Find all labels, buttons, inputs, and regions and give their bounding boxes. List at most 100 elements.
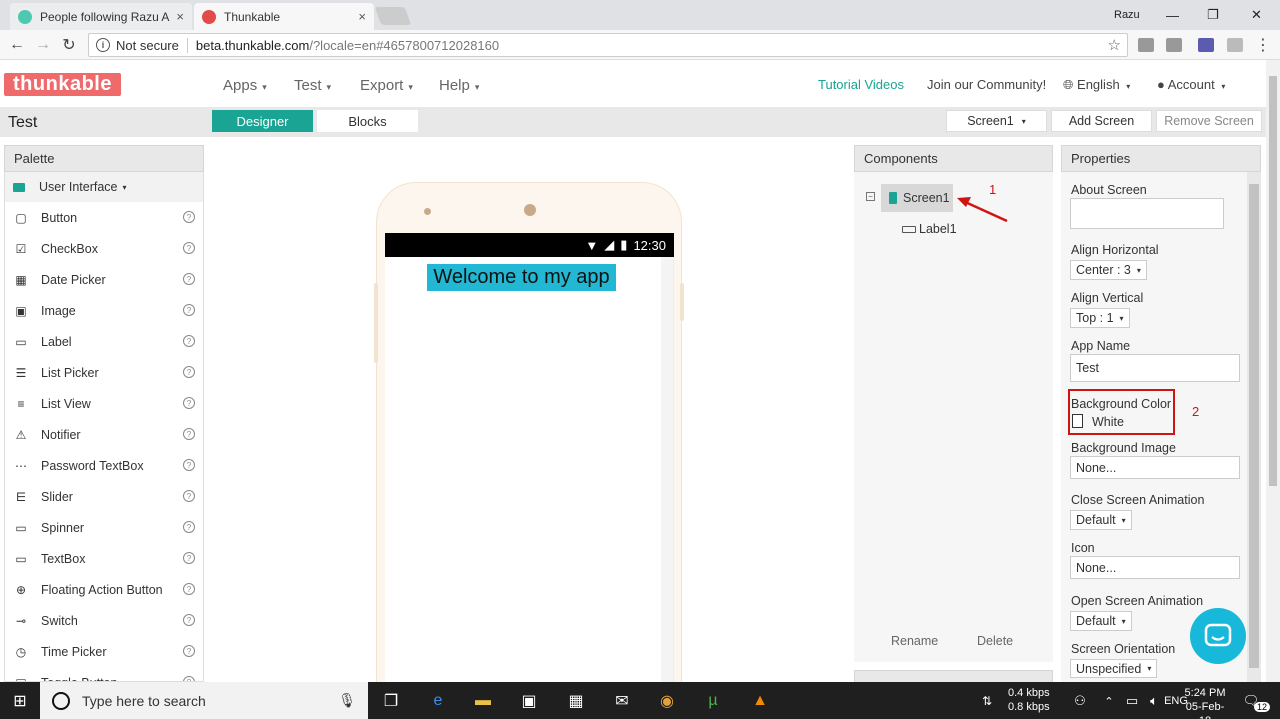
screen-orientation-select[interactable]: Unspecified ▾ bbox=[1070, 659, 1158, 678]
chrome-icon[interactable]: ◉ bbox=[656, 690, 678, 712]
rename-button[interactable]: Rename bbox=[891, 634, 938, 648]
label1-component[interactable]: Welcome to my app bbox=[427, 264, 616, 291]
properties-scrollbar[interactable] bbox=[1247, 172, 1261, 682]
background-image-input[interactable]: None... bbox=[1070, 456, 1240, 479]
extension-icon[interactable] bbox=[1227, 38, 1243, 52]
utorrent-icon[interactable]: µ bbox=[702, 690, 724, 712]
help-icon[interactable]: ? bbox=[183, 273, 195, 285]
tree-item-label1[interactable]: Label1 bbox=[902, 222, 957, 236]
task-view-icon[interactable]: ❐ bbox=[380, 690, 402, 712]
address-bar[interactable]: i Not secure beta.thunkable.com /?locale… bbox=[88, 33, 1128, 57]
palette-item[interactable]: ▣Toggle Button? bbox=[5, 667, 203, 681]
account-menu[interactable]: ● Account ▾ bbox=[1157, 77, 1225, 92]
close-tab-icon[interactable]: × bbox=[358, 9, 366, 24]
new-tab-button[interactable] bbox=[374, 7, 412, 25]
palette-item[interactable]: ⋿ Slider? bbox=[5, 481, 203, 512]
background-color-value[interactable]: White bbox=[1092, 415, 1124, 429]
delete-button[interactable]: Delete bbox=[977, 634, 1013, 648]
reload-button[interactable]: ↻ bbox=[58, 34, 80, 56]
vlc-icon[interactable]: ▲ bbox=[749, 690, 771, 712]
palette-item[interactable]: ≡ List View? bbox=[5, 388, 203, 419]
help-icon[interactable]: ? bbox=[183, 583, 195, 595]
windows-start-icon[interactable]: ⊞ bbox=[9, 690, 31, 712]
close-window-button[interactable]: ✕ bbox=[1251, 0, 1262, 30]
extension-icon[interactable] bbox=[1138, 38, 1154, 52]
chat-support-button[interactable] bbox=[1190, 608, 1246, 664]
open-animation-select[interactable]: Default ▾ bbox=[1070, 611, 1132, 631]
file-explorer-icon[interactable]: ▬ bbox=[472, 690, 494, 712]
scrollbar-thumb[interactable] bbox=[1249, 184, 1259, 668]
palette-item[interactable]: ⋯ Password TextBox? bbox=[5, 450, 203, 481]
palette-item[interactable]: ▭ Spinner? bbox=[5, 512, 203, 543]
extension-icon[interactable] bbox=[1198, 38, 1214, 52]
blocks-tab[interactable]: Blocks bbox=[317, 110, 418, 132]
info-icon[interactable]: i bbox=[96, 38, 110, 52]
align-vertical-select[interactable]: Top : 1 ▾ bbox=[1070, 308, 1130, 328]
close-tab-icon[interactable]: × bbox=[176, 9, 184, 24]
mail-icon[interactable]: ✉ bbox=[611, 690, 633, 712]
language-menu[interactable]: 🌐︎ English ▾ bbox=[1063, 77, 1130, 93]
minimize-button[interactable]: — bbox=[1166, 0, 1179, 30]
about-screen-textarea[interactable] bbox=[1070, 198, 1224, 229]
community-link[interactable]: Join our Community! bbox=[927, 77, 1046, 92]
page-scrollbar[interactable] bbox=[1266, 60, 1280, 682]
edge-icon[interactable]: e bbox=[427, 690, 449, 712]
screen-select[interactable]: Screen1 ▾ bbox=[946, 110, 1047, 132]
palette-item[interactable]: ▣ Image? bbox=[5, 295, 203, 326]
palette-category[interactable]: User Interface ▾ bbox=[5, 172, 203, 202]
phone-screen[interactable] bbox=[385, 257, 674, 682]
scrollbar-thumb[interactable] bbox=[1269, 76, 1277, 486]
palette-item[interactable]: ▦ Date Picker? bbox=[5, 264, 203, 295]
help-icon[interactable]: ? bbox=[183, 490, 195, 502]
menu-help[interactable]: Help ▾ bbox=[439, 77, 479, 94]
menu-test[interactable]: Test ▾ bbox=[294, 77, 331, 94]
help-icon[interactable]: ? bbox=[183, 645, 195, 657]
collapse-icon[interactable]: − bbox=[866, 192, 875, 201]
palette-item[interactable]: ⚠ Notifier? bbox=[5, 419, 203, 450]
thunkable-logo[interactable]: thunkable bbox=[4, 73, 121, 96]
browser-tab-people[interactable]: People following Razu Al × bbox=[10, 3, 192, 30]
app-name-input[interactable]: Test bbox=[1070, 354, 1240, 382]
screen-scrollbar[interactable] bbox=[661, 257, 673, 682]
browser-user[interactable]: Razu bbox=[1114, 0, 1140, 30]
close-animation-select[interactable]: Default ▾ bbox=[1070, 510, 1132, 530]
calculator-icon[interactable]: ▦ bbox=[565, 690, 587, 712]
taskbar-search-input[interactable]: Type here to search 🎙︎ bbox=[40, 682, 368, 719]
store-icon[interactable]: ▣ bbox=[518, 690, 540, 712]
palette-item[interactable]: ◷ Time Picker? bbox=[5, 636, 203, 667]
palette-item[interactable]: ▭ Label? bbox=[5, 326, 203, 357]
tutorial-videos-link[interactable]: Tutorial Videos bbox=[818, 77, 904, 92]
remove-screen-button[interactable]: Remove Screen bbox=[1156, 110, 1262, 132]
menu-export[interactable]: Export ▾ bbox=[360, 77, 413, 94]
help-icon[interactable]: ? bbox=[183, 521, 195, 533]
add-screen-button[interactable]: Add Screen bbox=[1051, 110, 1152, 132]
tree-item-screen1[interactable]: Screen1 bbox=[881, 184, 953, 212]
forward-button[interactable]: → bbox=[32, 34, 54, 56]
help-icon[interactable]: ? bbox=[183, 366, 195, 378]
tray-overflow-icon[interactable]: ⌃ bbox=[1098, 690, 1120, 712]
designer-tab[interactable]: Designer bbox=[212, 110, 313, 132]
palette-item[interactable]: ☰ List Picker? bbox=[5, 357, 203, 388]
align-horizontal-select[interactable]: Center : 3 ▾ bbox=[1070, 260, 1147, 280]
microphone-icon[interactable]: 🎙︎ bbox=[338, 692, 356, 709]
taskbar-clock[interactable]: 5:24 PM 05-Feb-18 bbox=[1180, 686, 1230, 719]
help-icon[interactable]: ? bbox=[183, 335, 195, 347]
help-icon[interactable]: ? bbox=[183, 304, 195, 316]
battery-tray-icon[interactable]: ▭ bbox=[1121, 690, 1143, 712]
camera-extension-icon[interactable] bbox=[1166, 38, 1182, 52]
help-icon[interactable]: ? bbox=[183, 397, 195, 409]
color-swatch[interactable] bbox=[1072, 414, 1083, 428]
palette-item[interactable]: ▭ TextBox? bbox=[5, 543, 203, 574]
browser-menu-icon[interactable]: ⋮ bbox=[1252, 34, 1274, 56]
help-icon[interactable]: ? bbox=[183, 242, 195, 254]
help-icon[interactable]: ? bbox=[183, 428, 195, 440]
help-icon[interactable]: ? bbox=[183, 552, 195, 564]
palette-item[interactable]: ▢ Button? bbox=[5, 202, 203, 233]
palette-item[interactable]: ☑ CheckBox? bbox=[5, 233, 203, 264]
help-icon[interactable]: ? bbox=[183, 459, 195, 471]
palette-item[interactable]: ⊕ Floating Action Button? bbox=[5, 574, 203, 605]
help-icon[interactable]: ? bbox=[183, 211, 195, 223]
menu-apps[interactable]: Apps ▾ bbox=[223, 77, 267, 94]
back-button[interactable]: ← bbox=[6, 34, 28, 56]
browser-tab-thunkable[interactable]: Thunkable × bbox=[194, 3, 374, 30]
